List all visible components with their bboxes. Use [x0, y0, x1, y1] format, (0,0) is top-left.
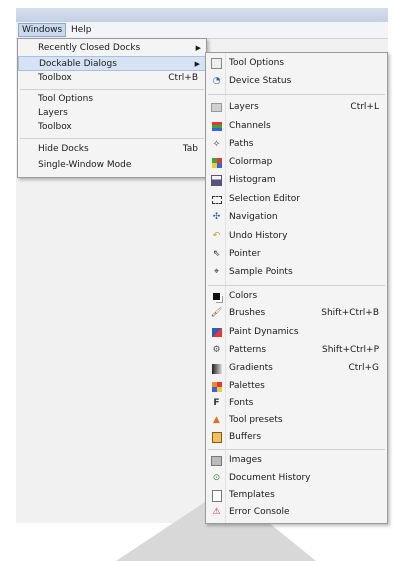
colors-icon [211, 291, 222, 302]
channels-icon [211, 121, 222, 132]
menu-item-single-window-mode[interactable]: Single-Window Mode [18, 158, 206, 173]
window-titlebar [16, 8, 388, 22]
separator [20, 138, 204, 139]
tool-options-icon [211, 58, 222, 69]
paths-icon: ⟡ [213, 139, 220, 149]
menu-item-tool-presets[interactable]: ▲ Tool presets [206, 413, 387, 428]
menu-item-tool-options[interactable]: Tool Options [18, 92, 206, 107]
menu-item-fonts[interactable]: F Fonts [206, 396, 387, 411]
menu-help[interactable]: Help [68, 24, 95, 36]
menu-item-colors[interactable]: Colors [206, 289, 387, 304]
tool-presets-icon: ▲ [213, 415, 220, 425]
histogram-icon [211, 175, 222, 186]
windows-menu: Recently Closed Docks ▶ Dockable Dialogs… [17, 38, 207, 178]
menu-item-gradients[interactable]: Gradients Ctrl+G [206, 361, 387, 376]
menu-item-selection-editor[interactable]: Selection Editor [206, 192, 387, 207]
menu-item-paths[interactable]: ⟡ Paths [206, 137, 387, 152]
menu-item-recently-closed-docks[interactable]: Recently Closed Docks ▶ [18, 41, 206, 56]
menu-item-layers[interactable]: Layers Ctrl+L [206, 100, 387, 115]
menu-item-histogram[interactable]: Histogram [206, 173, 387, 188]
navigation-icon: ✣ [212, 212, 221, 222]
menu-item-tool-options[interactable]: Tool Options [206, 56, 387, 71]
device-status-icon: ◔ [212, 76, 221, 86]
templates-icon [211, 489, 222, 502]
menu-item-palettes[interactable]: Palettes [206, 379, 387, 394]
dockable-dialogs-menu: Tool Options ◔ Device Status Layers Ctrl… [205, 52, 388, 524]
patterns-icon: ⚙ [212, 345, 221, 355]
menu-item-toolbox-open[interactable]: Toolbox [18, 120, 206, 135]
submenu-arrow-icon: ▶ [195, 44, 201, 52]
separator [208, 449, 385, 450]
menu-item-templates[interactable]: Templates [206, 488, 387, 503]
menu-item-device-status[interactable]: ◔ Device Status [206, 74, 387, 89]
layers-icon [211, 102, 222, 113]
menu-item-sample-points[interactable]: ⌖ Sample Points [206, 265, 387, 280]
menu-item-layers[interactable]: Layers [18, 106, 206, 121]
brushes-icon: 🖌 [210, 308, 223, 318]
menu-item-document-history[interactable]: ⊙ Document History [206, 471, 387, 486]
separator [208, 94, 385, 95]
menu-item-patterns[interactable]: ⚙ Patterns Shift+Ctrl+P [206, 343, 387, 358]
menu-item-hide-docks[interactable]: Hide Docks Tab [18, 142, 206, 157]
separator [20, 89, 204, 90]
menu-item-colormap[interactable]: Colormap [206, 155, 387, 170]
submenu-arrow-icon: ▶ [194, 60, 200, 68]
document-history-icon: ⊙ [212, 473, 221, 483]
menubar: Windows Help [16, 22, 388, 39]
menu-item-channels[interactable]: Channels [206, 119, 387, 134]
menu-item-brushes[interactable]: 🖌 Brushes Shift+Ctrl+B [206, 306, 387, 321]
paint-dynamics-icon [211, 327, 222, 338]
menu-item-dockable-dialogs[interactable]: Dockable Dialogs ▶ [18, 56, 206, 71]
fonts-icon: F [213, 398, 220, 408]
separator [208, 285, 385, 286]
selection-editor-icon [211, 194, 222, 205]
menu-item-pointer[interactable]: ⇖ Pointer [206, 247, 387, 262]
buffers-icon [211, 432, 222, 443]
menu-item-toolbox[interactable]: Toolbox Ctrl+B [18, 71, 206, 86]
menu-item-paint-dynamics[interactable]: Paint Dynamics [206, 325, 387, 340]
menu-item-images[interactable]: Images [206, 453, 387, 468]
sample-points-icon: ⌖ [213, 267, 220, 277]
palettes-icon [211, 381, 222, 392]
pointer-icon: ⇖ [212, 249, 221, 259]
menu-item-undo-history[interactable]: ↶ Undo History [206, 229, 387, 244]
menu-item-error-console[interactable]: ⚠ Error Console [206, 505, 387, 520]
gradients-icon [211, 363, 222, 374]
undo-history-icon: ↶ [212, 231, 221, 241]
menu-item-buffers[interactable]: Buffers [206, 430, 387, 445]
colormap-icon [211, 157, 222, 168]
menu-windows[interactable]: Windows [18, 23, 67, 37]
menu-item-navigation[interactable]: ✣ Navigation [206, 210, 387, 225]
images-icon [211, 455, 222, 466]
warning-icon: ⚠ [212, 507, 221, 517]
